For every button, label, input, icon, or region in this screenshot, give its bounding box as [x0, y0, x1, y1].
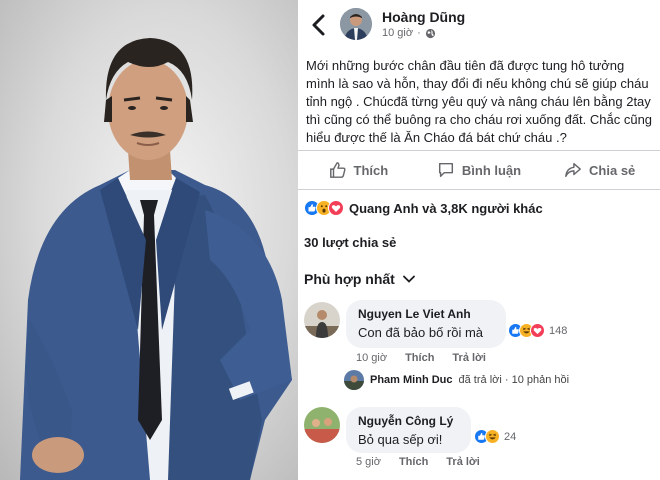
reaction-summary-text: Quang Anh và 3,8K người khác	[349, 200, 543, 216]
post-photo[interactable]	[0, 0, 298, 480]
chevron-left-icon	[312, 14, 325, 36]
comment-sort-dropdown[interactable]: Phù hợp nhất	[304, 271, 415, 287]
love-icon	[328, 200, 344, 216]
sort-label: Phù hợp nhất	[304, 271, 395, 287]
back-button[interactable]	[308, 12, 330, 38]
replier-name: Pham Minh Duc	[370, 374, 453, 386]
replies-count-text: đã trả lời · 10 phản hồi	[458, 374, 570, 386]
globe-icon	[425, 28, 436, 39]
portrait-illustration	[20, 38, 292, 480]
comment-button[interactable]: Bình luận	[419, 151, 540, 189]
post-meta: 10 giờ ·	[382, 27, 436, 39]
comment-reply-link[interactable]: Trả lời	[446, 456, 480, 468]
commenter-avatar[interactable]	[304, 302, 340, 338]
comment-reactions[interactable]: 148	[508, 323, 567, 338]
haha-icon	[485, 429, 500, 444]
post-action-bar: Thích Bình luận Chia sẻ	[298, 150, 660, 190]
replies-summary[interactable]: Pham Minh Duc đã trả lời · 10 phản hồi	[344, 370, 569, 390]
meta-separator: ·	[417, 27, 421, 39]
love-icon	[530, 323, 545, 338]
reaction-summary[interactable]: Quang Anh và 3,8K người khác	[304, 198, 543, 218]
comment-text: Bỏ qua sếp ơi!	[358, 432, 443, 447]
share-count[interactable]: 30 lượt chia sẻ	[304, 235, 396, 250]
comment-time[interactable]: 5 giờ	[356, 456, 381, 468]
replier-avatar	[344, 370, 364, 390]
comment-reaction-count: 24	[504, 430, 517, 443]
like-label: Thích	[353, 162, 389, 178]
comment-bubble: Nguyễn Công Lý Bỏ qua sếp ơi!	[346, 407, 471, 453]
comment-like-link[interactable]: Thích	[405, 352, 434, 364]
commenter-avatar[interactable]	[304, 407, 340, 443]
comment-time[interactable]: 10 giờ	[356, 352, 387, 364]
post-header: Hoàng Dũng 10 giờ ·	[298, 0, 660, 50]
comment-label: Bình luận	[461, 162, 522, 178]
comment-text: Con đã bảo bố rồi mà	[358, 325, 484, 340]
share-label: Chia sẻ	[589, 162, 636, 178]
facebook-post-panel: Hoàng Dũng 10 giờ · Mới những bước chân …	[298, 0, 660, 480]
comment-reply-link[interactable]: Trả lời	[452, 352, 486, 364]
author-avatar[interactable]	[340, 8, 372, 40]
comment-like-link[interactable]: Thích	[399, 456, 428, 468]
post-body: Mới những bước chân đầu tiên đã được tun…	[306, 58, 653, 145]
comment-bubble: Nguyen Le Viet Anh Con đã bảo bố rồi mà	[346, 300, 506, 348]
share-button[interactable]: Chia sẻ	[539, 151, 660, 189]
comment-meta: 10 giờ Thích Trả lời	[356, 352, 486, 364]
chevron-down-icon	[402, 275, 415, 283]
post-time[interactable]: 10 giờ	[382, 27, 413, 39]
share-arrow-icon	[565, 162, 581, 178]
commenter-name[interactable]: Nguyễn Công Lý	[358, 413, 459, 429]
comment-reactions[interactable]: 24	[474, 429, 516, 444]
author-name[interactable]: Hoàng Dũng	[382, 9, 465, 25]
commenter-name[interactable]: Nguyen Le Viet Anh	[358, 306, 494, 322]
thumbs-up-icon	[329, 162, 346, 178]
comment-bubble-icon	[438, 162, 453, 178]
comment-meta: 5 giờ Thích Trả lời	[356, 456, 480, 468]
like-button[interactable]: Thích	[298, 151, 419, 189]
comment-reaction-count: 148	[549, 324, 568, 337]
